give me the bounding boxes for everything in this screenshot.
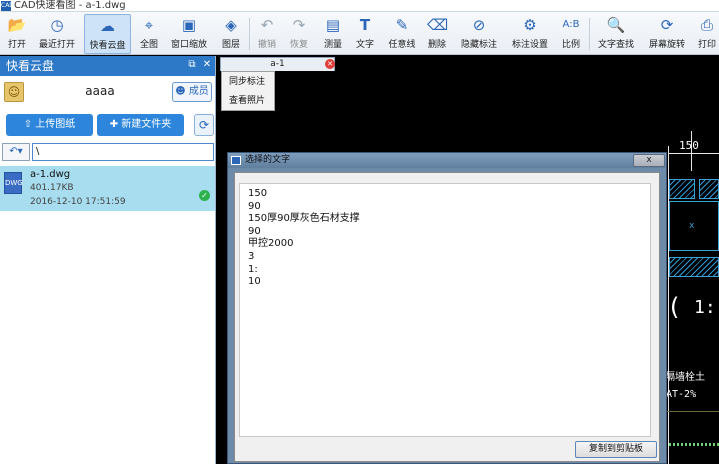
members-button[interactable]: ☻ 成员 <box>172 82 212 102</box>
new-folder-button[interactable]: ✚ 新建文件夹 <box>97 114 184 136</box>
path-field[interactable]: \ <box>32 143 214 161</box>
annotation-settings-button[interactable]: ⚙ 标注设置 <box>508 14 552 54</box>
drawing-label: AT-2% <box>666 389 697 400</box>
cloud-icon: ☁ <box>100 17 115 35</box>
dialog-body: 150 90 150厚90厚灰色石材支撑 90 甲控2000 3 1: 10 复… <box>234 172 660 462</box>
text-line: 150 <box>248 188 268 199</box>
drawing-line <box>668 153 719 154</box>
undo-icon: ↶ <box>260 16 274 34</box>
file-date: 2016-12-10 17:51:59 <box>30 197 126 207</box>
zoom-window-icon: ▣ <box>181 16 197 34</box>
tab-label: a-1 <box>270 59 285 69</box>
synced-check-icon: ✓ <box>199 190 210 201</box>
scale-icon: A:B <box>562 19 580 30</box>
dialog-app-icon <box>231 156 241 165</box>
text-line: 90 <box>248 225 261 237</box>
dialog-title: 选择的文字 <box>245 155 291 165</box>
annotation-settings-icon: ⚙ <box>523 16 537 34</box>
file-size: 401.17KB <box>30 183 74 193</box>
ruler-icon: ▤ <box>325 16 341 34</box>
main-toolbar: 📂 打开 ◷ 最近打开 ☁ 快看云盘 ⌖ 全图 ▣ 窗口缩放 ◈ 图层 ↶ 撤销 <box>0 12 719 55</box>
document-tab-bar: a-1 ✕ <box>217 56 719 71</box>
window-zoom-button[interactable]: ▣ 窗口缩放 <box>168 14 210 54</box>
members-icon: ☻ <box>175 86 186 97</box>
app-logo-icon: CAD <box>1 1 14 11</box>
text-line: 10 <box>248 276 261 288</box>
text-line: 90 <box>248 200 261 212</box>
drawing-label: 150 <box>679 139 699 152</box>
title-bar: CAD CAD快速看图 - a-1.dwg <box>0 0 719 12</box>
text-line: 3 <box>248 250 255 262</box>
undo-button[interactable]: ↶ 撤销 <box>254 14 280 54</box>
text-search-button[interactable]: 🔍 文字查找 <box>594 14 638 54</box>
freehand-line-button[interactable]: ✎ 任意线 <box>386 14 418 54</box>
new-folder-icon: ✚ <box>109 119 119 130</box>
app-window: CAD CAD快速看图 - a-1.dwg 📂 打开 ◷ 最近打开 ☁ 快看云盘… <box>0 0 719 464</box>
drawing-bracket: ( <box>667 293 682 321</box>
rotate-screen-button[interactable]: ⟳ 屏幕旋转 <box>645 14 689 54</box>
measure-button[interactable]: ▤ 测量 <box>320 14 346 54</box>
refresh-icon: ⟳ <box>198 118 210 132</box>
cloud-disk-button[interactable]: ☁ 快看云盘 <box>84 14 131 54</box>
hide-annotation-button[interactable]: ⊘ 隐藏标注 <box>458 14 500 54</box>
print-button[interactable]: ⎙ 打印 <box>695 14 719 54</box>
upload-drawing-button[interactable]: ⇧ 上传图纸 <box>6 114 93 136</box>
cloud-disk-panel: 快看云盘 ⧉ ✕ ☺ aaaa ☻ 成员 ⇧ 上传图纸 ✚ 新建文件夹 ⟳ ↶▾… <box>0 56 216 464</box>
clock-icon: ◷ <box>50 16 64 34</box>
user-row: ☺ aaaa ☻ 成员 <box>0 56 215 108</box>
dialog-close-button[interactable]: x <box>633 154 665 167</box>
drawing-label: 隔墙栓土 <box>665 372 705 383</box>
hatch-region <box>669 179 695 199</box>
refresh-button[interactable]: ⟳ <box>194 114 214 136</box>
pen-icon: ✎ <box>395 16 409 34</box>
full-view-button[interactable]: ⌖ 全图 <box>136 14 162 54</box>
dialog-title-bar[interactable]: 选择的文字 x <box>228 153 666 168</box>
avatar: ☺ <box>4 82 24 102</box>
tab-close-icon[interactable]: ✕ <box>325 59 335 69</box>
text-line: 甲控2000 <box>248 238 294 250</box>
back-button[interactable]: ↶▾ <box>2 143 30 161</box>
redo-icon: ↷ <box>292 16 306 34</box>
eraser-icon: ⌫ <box>427 16 449 34</box>
layers-icon: ◈ <box>225 16 237 34</box>
window-title: CAD快速看图 - a-1.dwg <box>14 0 126 11</box>
tab-a-1[interactable]: a-1 ✕ <box>220 57 335 71</box>
toolbar-separator <box>249 18 250 50</box>
toolbar-separator <box>589 18 590 50</box>
file-name: a-1.dwg <box>30 169 71 180</box>
rotate-screen-icon: ⟳ <box>660 16 674 34</box>
drawing-label: 1: <box>694 297 716 318</box>
selected-text-area[interactable]: 150 90 150厚90厚灰色石材支撑 90 甲控2000 3 1: 10 <box>239 183 651 437</box>
scale-button[interactable]: A:B 比例 <box>558 14 584 54</box>
text-line: 1: <box>248 263 258 275</box>
layers-button[interactable]: ◈ 图层 <box>218 14 244 54</box>
hatch-region <box>699 179 719 199</box>
copy-to-clipboard-button[interactable]: 复制到剪贴板 <box>575 441 657 458</box>
redo-button[interactable]: ↷ 恢复 <box>286 14 312 54</box>
text-button[interactable]: T 文字 <box>352 14 378 54</box>
upload-icon: ⇧ <box>23 119 33 130</box>
text-search-icon: 🔍 <box>606 16 626 34</box>
grass-hatch <box>669 443 719 446</box>
hatch-region <box>669 257 719 277</box>
dwg-file-icon: DWG <box>4 172 23 194</box>
file-list-item[interactable]: DWG a-1.dwg 401.17KB 2016-12-10 17:51:59… <box>0 166 215 211</box>
open-button[interactable]: 📂 打开 <box>2 14 32 54</box>
fullview-icon: ⌖ <box>144 16 154 34</box>
selected-text-dialog: 选择的文字 x 150 90 150厚90厚灰色石材支撑 90 甲控2000 3… <box>227 152 667 464</box>
folder-icon: 📂 <box>7 16 27 34</box>
drawing-marker: x <box>689 221 695 231</box>
text-icon: T <box>359 16 371 34</box>
username: aaaa <box>85 84 115 98</box>
back-icon: ↶▾ <box>9 146 23 157</box>
recent-button[interactable]: ◷ 最近打开 <box>36 14 78 54</box>
eye-slash-icon: ⊘ <box>472 16 486 34</box>
delete-button[interactable]: ⌫ 删除 <box>424 14 450 54</box>
printer-icon: ⎙ <box>700 16 713 34</box>
text-line: 150厚90厚灰色石材支撑 <box>248 213 360 225</box>
